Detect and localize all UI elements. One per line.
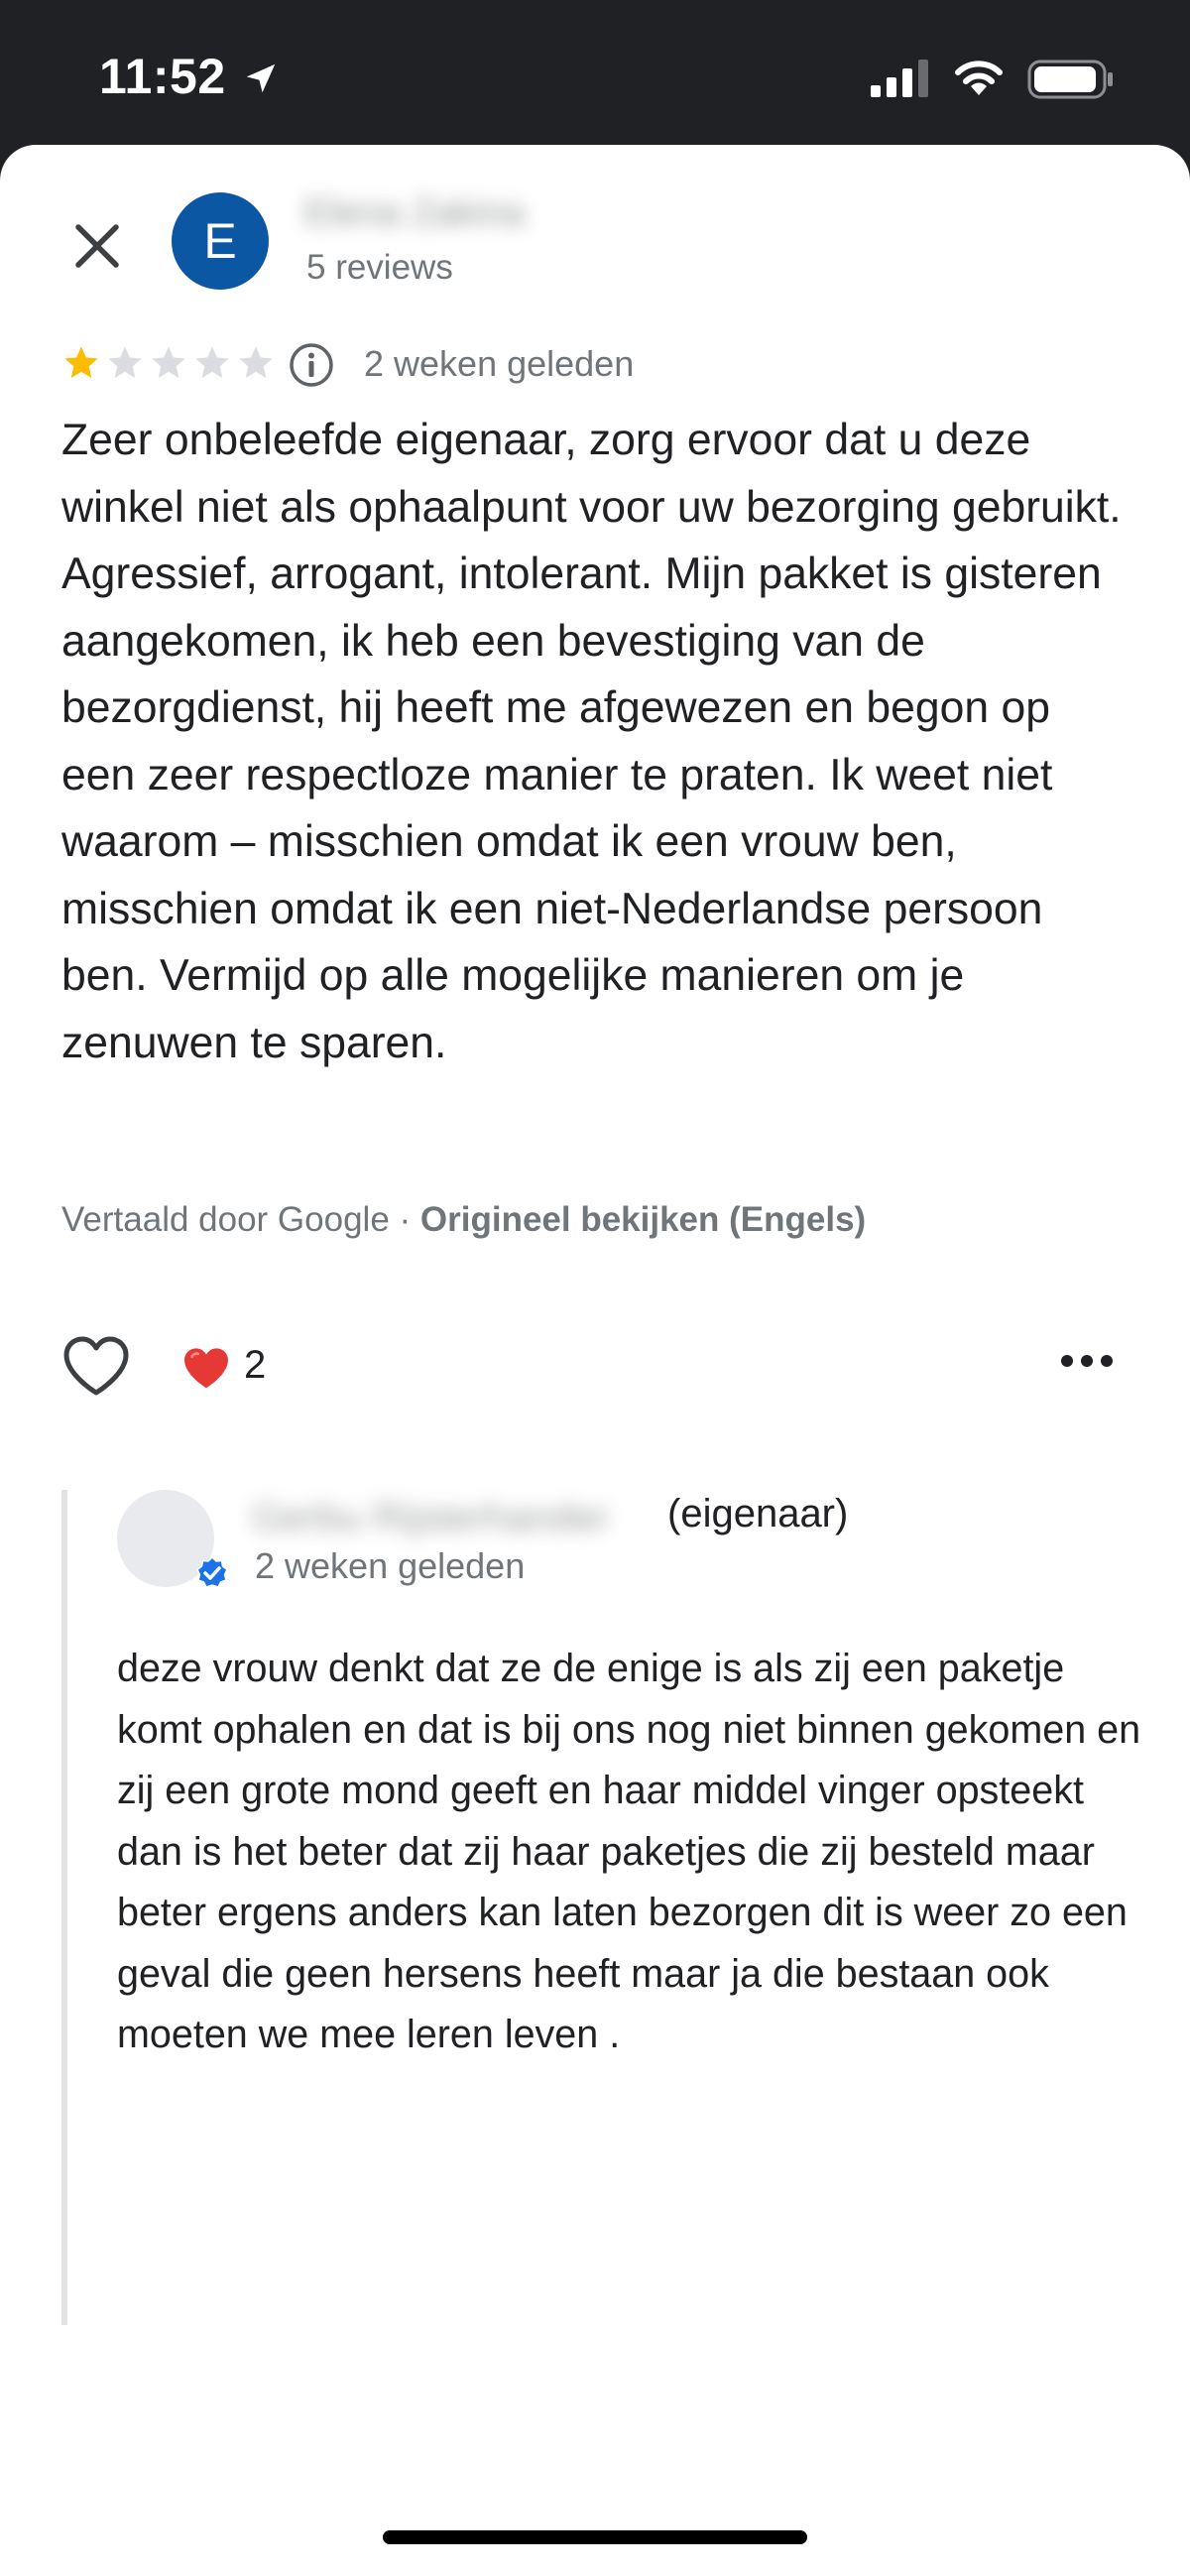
- heart-filled-icon: [184, 1348, 228, 1389]
- info-icon[interactable]: [288, 341, 335, 389]
- review-date: 2 weken geleden: [364, 343, 635, 384]
- close-button[interactable]: [61, 210, 133, 282]
- star-icon: [195, 346, 229, 378]
- status-time: 11:52: [99, 49, 226, 104]
- star-icon: [152, 346, 185, 378]
- star-rating: [61, 343, 276, 383]
- signal-icon: [871, 60, 928, 97]
- wifi-icon: [955, 61, 1003, 95]
- more-icon-dot: [1061, 1355, 1073, 1367]
- verified-icon: [196, 1555, 228, 1588]
- close-icon: [75, 224, 119, 268]
- view-original-link[interactable]: Origineel bekijken (Engels): [420, 1200, 866, 1239]
- star-icon: [108, 346, 142, 378]
- translated-by-label: Vertaald door Google ·: [61, 1200, 420, 1239]
- translation-notice: Vertaald door Google · Origineel bekijke…: [61, 1200, 866, 1240]
- review-sheet: E Elena Zakina 5 reviews 2 weken geleden…: [0, 145, 1190, 2576]
- owner-tag: (eigenaar): [667, 1492, 849, 1535]
- reply-date: 2 weken geleden: [255, 1545, 526, 1586]
- owner-name[interactable]: Gerbu Rijsterhander: [252, 1496, 609, 1540]
- status-bar: 11:52: [0, 0, 1190, 149]
- location-arrow-icon: [246, 63, 276, 93]
- review-text: Zeer onbeleefde eigenaar, zorg ervoor da…: [61, 416, 1122, 1067]
- battery-icon: [1027, 60, 1113, 99]
- reviewer-review-count: 5 reviews: [306, 248, 453, 287]
- more-icon-dot: [1101, 1355, 1113, 1367]
- owner-reply: Gerbu Rijsterhander (eigenaar) 2 weken g…: [61, 1490, 1140, 2325]
- home-indicator[interactable]: [383, 2530, 807, 2544]
- more-icon-dot: [1081, 1355, 1093, 1367]
- reaction-count: 2: [244, 1343, 267, 1387]
- star-icon: [64, 346, 98, 378]
- star-icon: [239, 346, 273, 378]
- reviewer-name[interactable]: Elena Zakina: [304, 192, 525, 235]
- reviewer-avatar[interactable]: E: [172, 192, 269, 290]
- reply-text: deze vrouw denkt dat ze de enige is als …: [117, 1647, 1141, 2056]
- like-button[interactable]: [61, 1335, 137, 1405]
- heart-outline-icon: [63, 1336, 129, 1396]
- more-options-button[interactable]: [1061, 1355, 1113, 1367]
